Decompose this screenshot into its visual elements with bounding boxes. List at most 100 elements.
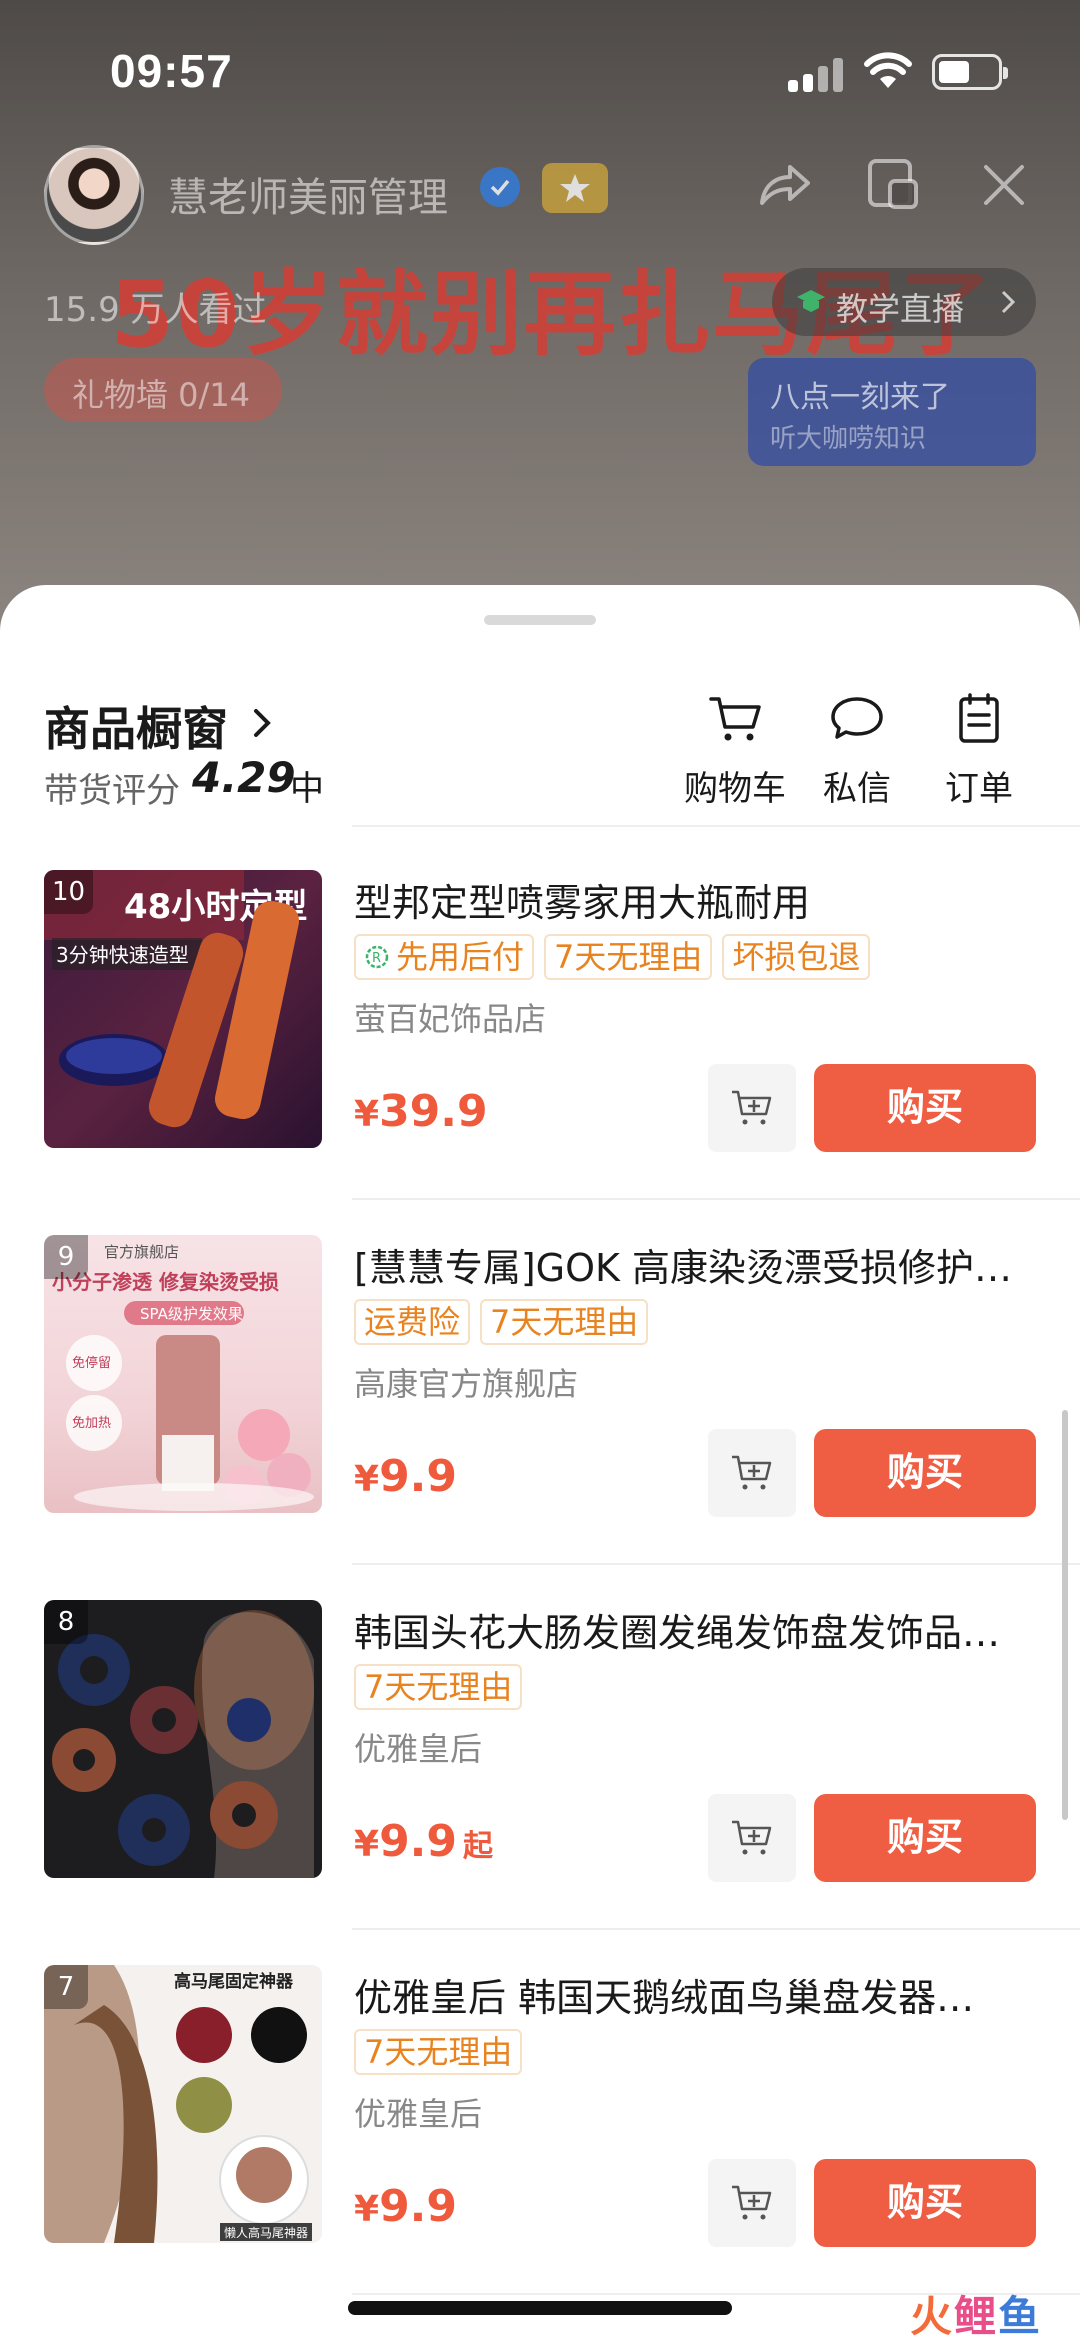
product-title[interactable]: [慧慧专属]GOK 高康染烫漂受损修护… bbox=[354, 1237, 1034, 1292]
live-stream-background: 09:57 慧老师美丽管理 50岁就别再扎马尾了 15.9 万人看过 教学直播 … bbox=[0, 0, 1080, 640]
live-category-pill[interactable]: 教学直播 bbox=[772, 268, 1036, 336]
store-name[interactable]: 优雅皇后 bbox=[354, 2089, 482, 2135]
product-price: ¥39.9 bbox=[354, 1086, 488, 1137]
viewer-count: 15.9 万人看过 bbox=[44, 290, 267, 330]
product-image[interactable]: 8 bbox=[44, 1600, 322, 1878]
pay-later-icon: R bbox=[365, 945, 389, 969]
thumb-text: 官方旗舰店 bbox=[104, 1243, 179, 1261]
product-showcase-sheet: 商品橱窗 带货评分 4.29 中 购物车 私信 订单 48小时定型 3分钟快速造… bbox=[0, 585, 1080, 2337]
close-icon[interactable] bbox=[974, 155, 1034, 215]
graduation-cap-icon bbox=[797, 290, 825, 312]
product-title[interactable]: 型邦定型喷雾家用大瓶耐用 bbox=[354, 872, 1034, 927]
window-mode-icon[interactable] bbox=[864, 155, 924, 215]
cart-icon bbox=[709, 697, 761, 741]
host-info: 慧老师美丽管理 bbox=[44, 145, 1044, 245]
product-image[interactable]: 官方旗舰店 小分子渗透 修复染烫受损 SPA级护发效果 免停留 免加热 9 bbox=[44, 1235, 322, 1513]
host-avatar[interactable] bbox=[44, 145, 144, 245]
scrollbar[interactable] bbox=[1062, 1410, 1068, 1820]
add-to-cart-button[interactable] bbox=[708, 1064, 796, 1152]
cart-button[interactable]: 购物车 bbox=[680, 693, 790, 813]
promo-title: 八点一刻来了 bbox=[770, 380, 950, 415]
product-price: ¥9.9 bbox=[354, 1451, 458, 1502]
watermark-logo: 火鲤鱼 bbox=[910, 2292, 1043, 2337]
chevron-right-icon bbox=[1001, 290, 1016, 314]
cart-label: 购物车 bbox=[684, 769, 786, 809]
cellular-signal-icon bbox=[788, 56, 844, 92]
order-label: 订单 bbox=[945, 769, 1013, 809]
star-badge-icon[interactable] bbox=[542, 163, 608, 213]
order-button[interactable]: 订单 bbox=[924, 693, 1034, 813]
status-bar: 09:57 bbox=[0, 0, 1080, 140]
buy-button[interactable]: 购买 bbox=[814, 1794, 1036, 1882]
thumb-text: 免停留 bbox=[72, 1355, 111, 1371]
store-name[interactable]: 高康官方旗舰店 bbox=[354, 1359, 578, 1405]
product-card[interactable]: 高马尾固定神器 懒人高马尾神器 7 优雅皇后 韩国天鹅绒面鸟巢盘发器… 7天无理… bbox=[0, 1965, 1080, 2330]
buy-button[interactable]: 购买 bbox=[814, 1064, 1036, 1152]
product-card[interactable]: 官方旗舰店 小分子渗透 修复染烫受损 SPA级护发效果 免停留 免加热 9 [慧… bbox=[0, 1235, 1080, 1600]
add-to-cart-icon bbox=[732, 1090, 772, 1125]
tag-no-reason-return: 7天无理由 bbox=[480, 1299, 649, 1345]
svg-text:R: R bbox=[372, 951, 381, 966]
promo-subtitle: 听大咖唠知识 bbox=[770, 424, 927, 454]
divider bbox=[352, 1563, 1080, 1565]
tag-no-reason-return: 7天无理由 bbox=[354, 1664, 523, 1710]
tag-damage-refund: 坏损包退 bbox=[722, 934, 871, 980]
thumb-text: 3分钟快速造型 bbox=[56, 943, 189, 967]
tag-label: 先用后付 bbox=[396, 938, 525, 976]
chevron-right-icon[interactable] bbox=[250, 703, 274, 743]
rating-value: 4.29 bbox=[192, 753, 296, 802]
tag-no-reason-return: 7天无理由 bbox=[354, 2029, 523, 2075]
host-name[interactable]: 慧老师美丽管理 bbox=[168, 165, 448, 223]
divider bbox=[352, 1198, 1080, 1200]
tag-no-reason-return: 7天无理由 bbox=[544, 934, 713, 980]
live-category-label: 教学直播 bbox=[836, 290, 965, 328]
promo-card[interactable]: 八点一刻来了 听大咖唠知识 bbox=[748, 358, 1036, 466]
divider bbox=[352, 1928, 1080, 1930]
tag-shipping-insurance: 运费险 bbox=[354, 1299, 471, 1345]
product-image-art: 高马尾固定神器 懒人高马尾神器 bbox=[44, 1965, 312, 2243]
home-indicator[interactable] bbox=[348, 2301, 732, 2315]
rank-badge: 9 bbox=[44, 1235, 88, 1279]
product-title[interactable]: 优雅皇后 韩国天鹅绒面鸟巢盘发器… bbox=[354, 1967, 1034, 2022]
sheet-drag-handle[interactable] bbox=[484, 615, 596, 625]
wifi-icon bbox=[864, 52, 912, 88]
product-tags: 7天无理由 bbox=[354, 2029, 532, 2077]
product-card[interactable]: 48小时定型 3分钟快速造型 10 型邦定型喷雾家用大瓶耐用 R 先用后付 7天无理… bbox=[0, 870, 1080, 1235]
store-name[interactable]: 萤百妃饰品店 bbox=[354, 994, 546, 1040]
product-price: ¥9.9 起 bbox=[354, 1816, 494, 1867]
product-image-art bbox=[52, 1610, 314, 1878]
product-card[interactable]: 8 韩国头花大肠发圈发绳发饰盘发饰品… 7天无理由 优雅皇后 ¥9.9 起 购买 bbox=[0, 1600, 1080, 1965]
product-tags: 运费险 7天无理由 bbox=[354, 1299, 658, 1347]
add-to-cart-button[interactable] bbox=[708, 2159, 796, 2247]
verified-icon bbox=[480, 167, 520, 207]
product-price: ¥9.9 bbox=[354, 2181, 458, 2232]
message-button[interactable]: 私信 bbox=[802, 693, 912, 813]
message-label: 私信 bbox=[823, 769, 891, 809]
add-to-cart-button[interactable] bbox=[708, 1794, 796, 1882]
product-tags: R 先用后付 7天无理由 坏损包退 bbox=[354, 934, 880, 982]
thumb-text: SPA级护发效果 bbox=[140, 1305, 243, 1323]
add-to-cart-icon bbox=[732, 1820, 772, 1855]
gift-wall-button[interactable]: 礼物墙 0/14 bbox=[44, 358, 282, 422]
rating-label: 带货评分 bbox=[44, 771, 180, 811]
showcase-title[interactable]: 商品橱窗 bbox=[44, 693, 228, 759]
add-to-cart-icon bbox=[732, 1455, 772, 1490]
product-title[interactable]: 韩国头花大肠发圈发绳发饰盘发饰品… bbox=[354, 1602, 1034, 1657]
battery-icon bbox=[932, 54, 1008, 90]
tag-pay-later: R 先用后付 bbox=[354, 934, 535, 980]
product-image[interactable]: 高马尾固定神器 懒人高马尾神器 7 bbox=[44, 1965, 322, 2243]
product-image[interactable]: 48小时定型 3分钟快速造型 10 bbox=[44, 870, 322, 1148]
add-to-cart-button[interactable] bbox=[708, 1429, 796, 1517]
store-name[interactable]: 优雅皇后 bbox=[354, 1724, 482, 1770]
rank-badge: 8 bbox=[44, 1600, 88, 1644]
order-icon bbox=[959, 693, 999, 743]
divider bbox=[352, 825, 1080, 827]
product-image-art: 官方旗舰店 小分子渗透 修复染烫受损 SPA级护发效果 免停留 免加热 bbox=[52, 1243, 314, 1511]
share-icon[interactable] bbox=[754, 155, 814, 215]
status-time: 09:57 bbox=[110, 45, 233, 97]
thumb-text: 免加热 bbox=[72, 1416, 111, 1431]
thumb-text: 高马尾固定神器 bbox=[174, 1971, 294, 1992]
buy-button[interactable]: 购买 bbox=[814, 1429, 1036, 1517]
rating-level: 中 bbox=[290, 769, 324, 809]
buy-button[interactable]: 购买 bbox=[814, 2159, 1036, 2247]
